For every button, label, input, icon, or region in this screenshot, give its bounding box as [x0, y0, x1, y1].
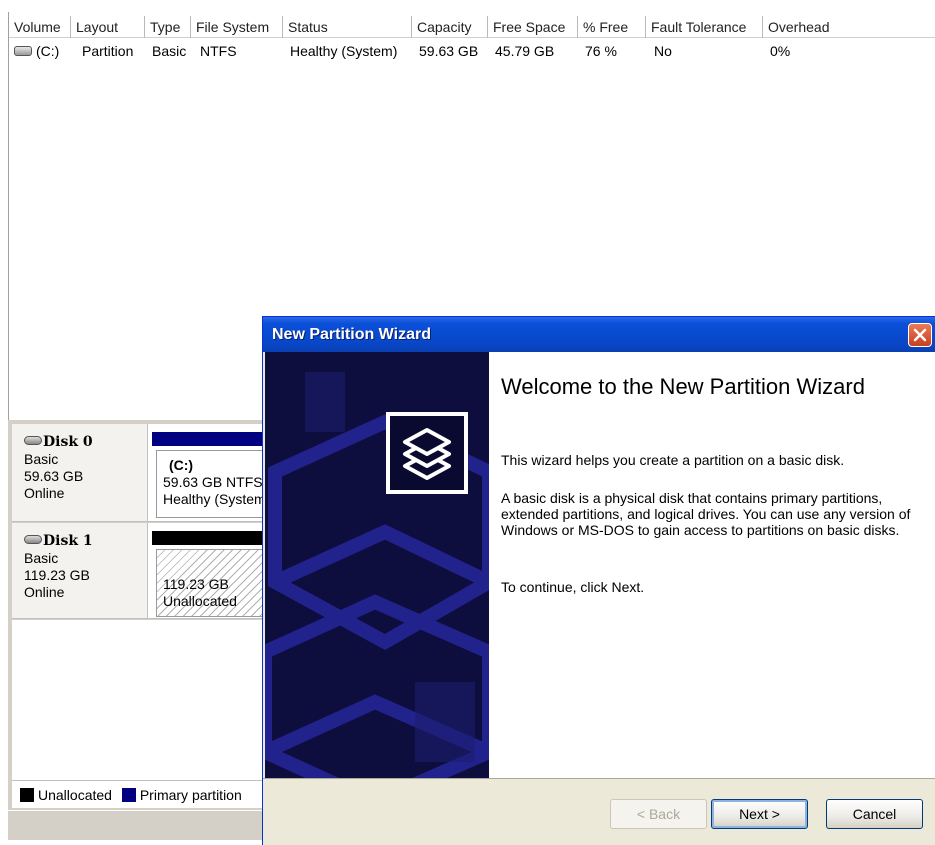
- wizard-content: Welcome to the New Partition Wizard This…: [489, 352, 935, 778]
- wizard-badge: [386, 412, 468, 494]
- partition-c[interactable]: (C:) 59.63 GB NTFS Healthy (System: [152, 432, 268, 518]
- hard-drive-icon: [14, 46, 32, 57]
- continue-instruction: To continue, click Next.: [501, 579, 645, 595]
- new-partition-wizard-dialog: New Partition Wizard Welcome to the New …: [262, 316, 935, 845]
- cell-layout: Partition: [82, 43, 134, 59]
- disk-name: Disk 0: [43, 434, 93, 450]
- column-header-file-system[interactable]: File System: [191, 16, 283, 38]
- stacked-disks-icon: [403, 428, 451, 480]
- cell-free-space: 45.79 GB: [495, 43, 555, 59]
- wizard-side-panel: [265, 352, 489, 778]
- horizontal-scrollbar[interactable]: [8, 810, 268, 830]
- disk-row-0[interactable]: Disk 0 Basic 59.63 GB Online (C:) 59.63 …: [12, 424, 268, 522]
- title-bar[interactable]: New Partition Wizard: [263, 317, 935, 352]
- disk-name: Disk 1: [43, 533, 93, 549]
- column-header-capacity[interactable]: Capacity: [412, 16, 488, 38]
- unallocated-bar: [152, 531, 268, 545]
- disk-state: Online: [24, 584, 65, 600]
- disk-state: Online: [24, 485, 65, 501]
- disk-type: Basic: [24, 451, 59, 467]
- dialog-title: New Partition Wizard: [272, 326, 431, 343]
- legend: Unallocated Primary partition: [12, 780, 268, 808]
- disk-type: Basic: [24, 550, 59, 566]
- disk-info: Disk 1 Basic 119.23 GB Online: [12, 523, 148, 618]
- intro-text: This wizard helps you create a partition…: [501, 452, 845, 468]
- disk-map: Disk 0 Basic 59.63 GB Online (C:) 59.63 …: [8, 420, 268, 840]
- disk-map-empty-area: [12, 620, 268, 780]
- primary-partition-bar: [152, 432, 268, 446]
- welcome-heading: Welcome to the New Partition Wizard: [501, 374, 865, 399]
- close-icon: [913, 328, 927, 342]
- column-header-volume[interactable]: Volume: [9, 16, 71, 38]
- cell-file-system: NTFS: [200, 43, 237, 59]
- disk-size: 59.63 GB: [24, 468, 84, 484]
- column-header-type[interactable]: Type: [145, 16, 191, 38]
- primary-partition-swatch: [121, 788, 136, 803]
- close-button[interactable]: [908, 323, 932, 347]
- cell-overhead: 0%: [770, 43, 791, 59]
- disk-icon: [24, 435, 42, 445]
- partition-size-fs: 59.63 GB NTFS: [163, 474, 263, 490]
- disk-size: 119.23 GB: [24, 567, 90, 583]
- table-row[interactable]: (C:) Partition Basic NTFS Healthy (Syste…: [9, 40, 935, 62]
- unallocated-space[interactable]: 119.23 GB Unallocated: [152, 531, 268, 617]
- cell-percent-free: 76 %: [585, 43, 617, 59]
- legend-unallocated: Unallocated: [38, 787, 112, 803]
- column-header-overhead[interactable]: Overhead: [763, 16, 935, 38]
- volume-list-header: Volume Layout Type File System Status Ca…: [9, 16, 935, 38]
- disk-icon: [24, 534, 42, 544]
- column-header-status[interactable]: Status: [283, 16, 412, 38]
- partition-status: Healthy (System: [163, 491, 266, 507]
- back-button[interactable]: < Back: [610, 799, 707, 829]
- column-header-free-space[interactable]: Free Space: [488, 16, 578, 38]
- partition-label: (C:): [169, 457, 194, 473]
- cell-type: Basic: [152, 43, 187, 59]
- volume-name: (C:): [36, 43, 60, 59]
- column-header-percent-free[interactable]: % Free: [578, 16, 646, 38]
- cell-fault-tolerance: No: [654, 43, 672, 59]
- unallocated-status: Unallocated: [163, 593, 237, 609]
- unallocated-swatch: [20, 788, 34, 803]
- cancel-button[interactable]: Cancel: [826, 799, 923, 829]
- basic-disk-description: A basic disk is a physical disk that con…: [501, 490, 911, 538]
- column-header-fault-tolerance[interactable]: Fault Tolerance: [646, 16, 763, 38]
- cell-capacity: 59.63 GB: [419, 43, 479, 59]
- column-header-layout[interactable]: Layout: [71, 16, 145, 38]
- disk-row-1[interactable]: Disk 1 Basic 119.23 GB Online 119.23 GB …: [12, 523, 268, 619]
- next-button[interactable]: Next >: [711, 799, 808, 829]
- button-bar: < Back Next > Cancel: [263, 778, 935, 845]
- disk-info: Disk 0 Basic 59.63 GB Online: [12, 424, 148, 521]
- cell-status: Healthy (System): [290, 43, 398, 59]
- unallocated-size: 119.23 GB: [163, 576, 229, 592]
- legend-primary: Primary partition: [139, 787, 242, 803]
